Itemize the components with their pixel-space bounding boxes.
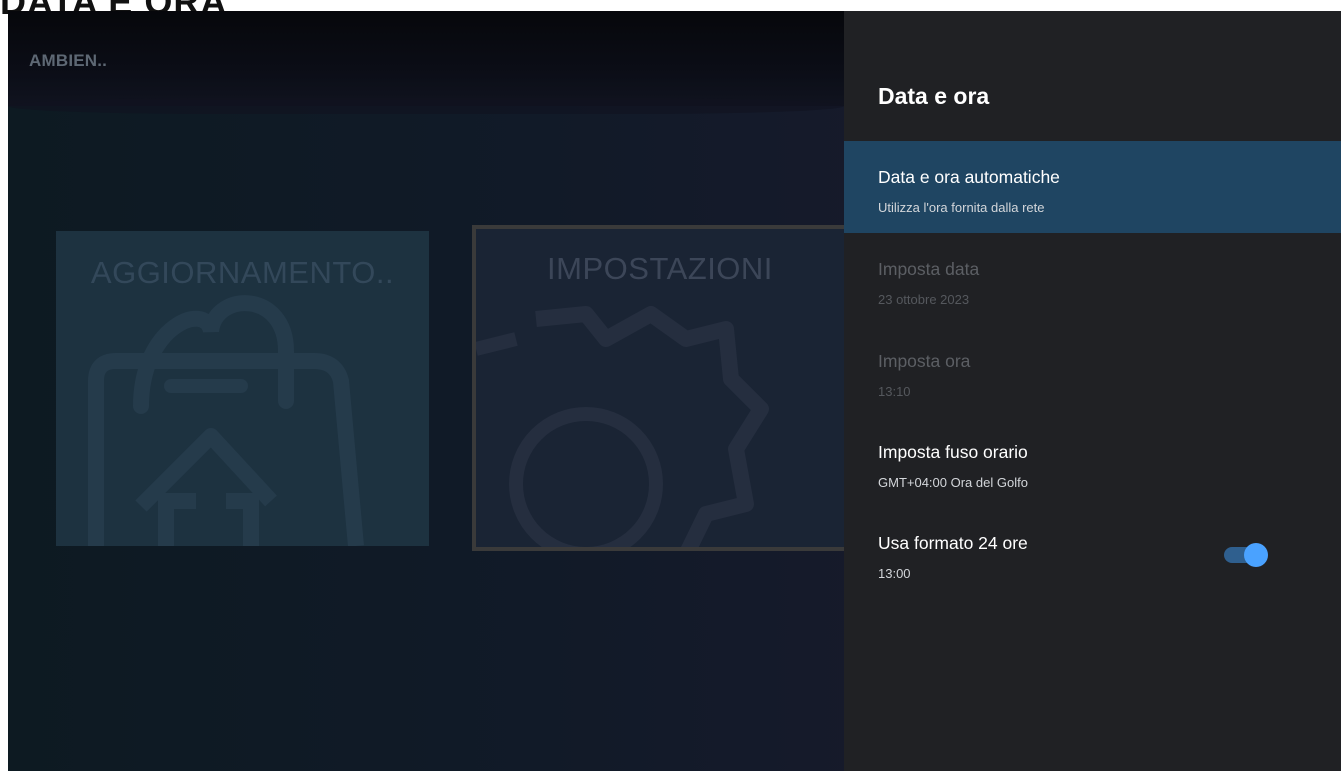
item-title: Imposta fuso orario <box>878 442 1028 462</box>
item-subtitle: GMT+04:00 Ora del Golfo <box>878 475 1028 490</box>
item-subtitle: 13:10 <box>878 384 911 399</box>
item-set-time[interactable]: Imposta ora 13:10 <box>844 325 1341 417</box>
app-label: AMBIEN.. <box>29 51 108 70</box>
top-bar: AMBIEN.. <box>8 11 844 114</box>
item-subtitle: 13:00 <box>878 566 911 581</box>
item-automatic-date-time[interactable]: Data e ora automatiche Utilizza l'ora fo… <box>844 141 1341 233</box>
item-subtitle: 23 ottobre 2023 <box>878 292 970 307</box>
item-set-date[interactable]: Imposta data 23 ottobre 2023 <box>844 233 1341 325</box>
panel-header: Data e ora <box>844 11 1341 141</box>
24-hour-toggle[interactable] <box>1224 543 1268 567</box>
item-title: Imposta ora <box>878 351 971 371</box>
item-title: Usa formato 24 ore <box>878 533 1028 553</box>
item-title: Imposta data <box>878 259 980 279</box>
item-24-hour-format[interactable]: Usa formato 24 ore 13:00 <box>844 507 1341 599</box>
toggle-thumb <box>1244 543 1268 567</box>
panel-title: Data e ora <box>878 83 990 109</box>
item-subtitle: Utilizza l'ora fornita dalla rete <box>878 200 1045 215</box>
tile-settings[interactable]: IMPOSTAZIONI <box>472 225 844 551</box>
item-time-zone[interactable]: Imposta fuso orario GMT+04:00 Ora del Go… <box>844 416 1341 508</box>
tile-update-title: AGGIORNAMENTO.. <box>90 255 395 290</box>
tile-settings-title: IMPOSTAZIONI <box>547 251 773 286</box>
settings-panel: Data e ora Data e ora automatiche Utiliz… <box>844 11 1341 771</box>
item-title: Data e ora automatiche <box>878 167 1060 187</box>
tile-update[interactable]: AGGIORNAMENTO.. <box>56 231 429 546</box>
tv-screen: AMBIEN.. AGGIORNAMENTO.. IMPOSTAZIONI Da… <box>8 11 1341 771</box>
